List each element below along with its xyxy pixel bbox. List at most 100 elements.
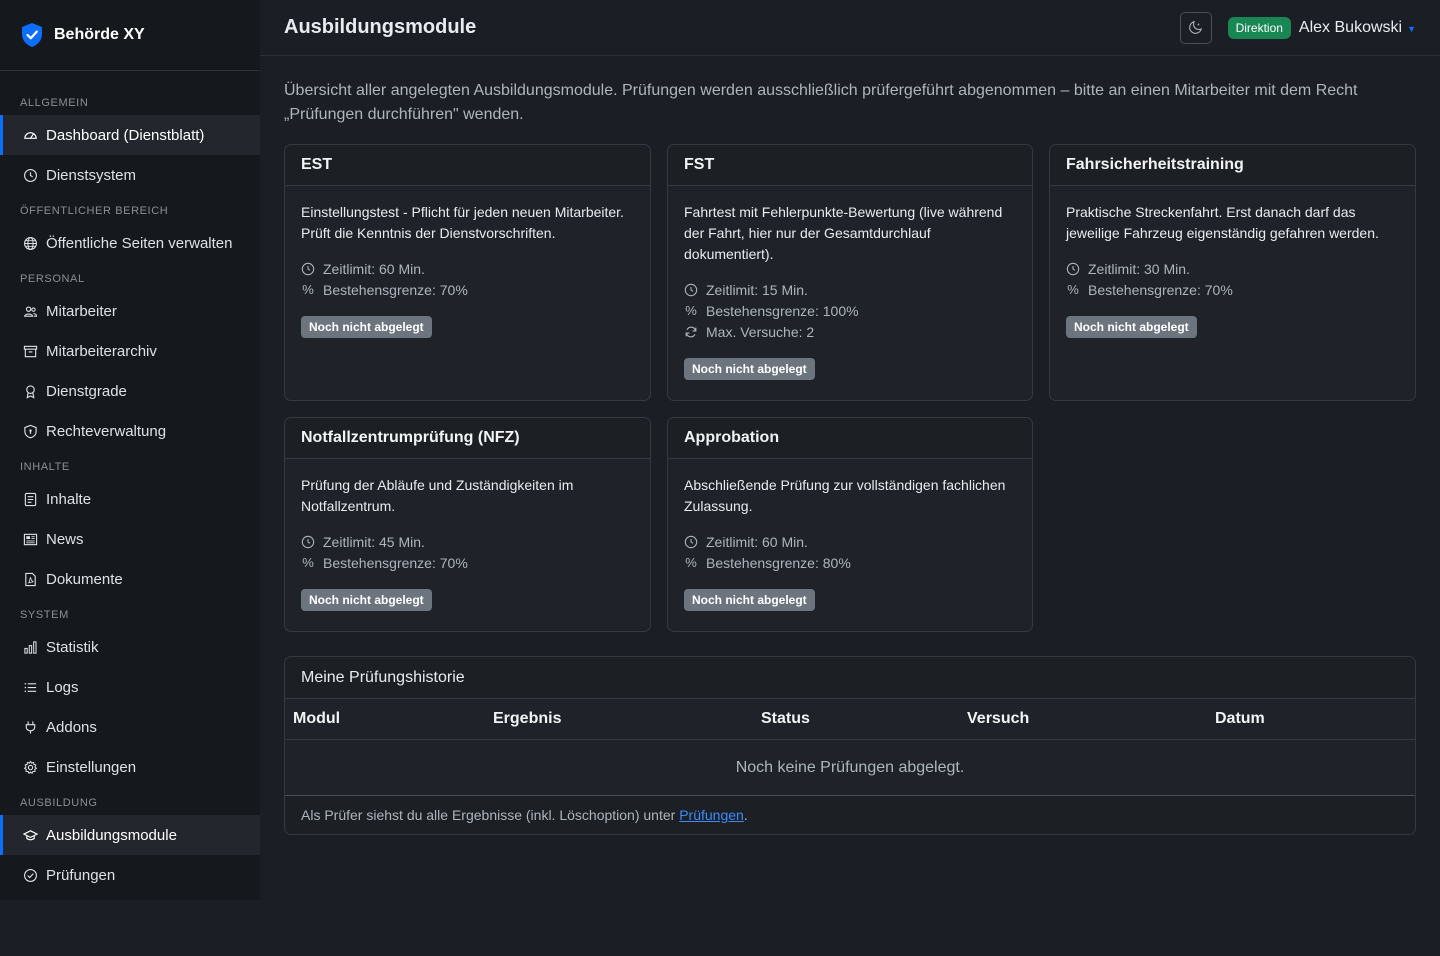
percent-icon: % [685, 303, 697, 318]
newspaper-icon [22, 531, 38, 547]
sidebar-item-logs[interactable]: Logs [0, 667, 260, 707]
chevron-down-icon[interactable]: ▼ [1407, 24, 1416, 34]
sidebar-item-label: Statistik [46, 638, 99, 656]
status-badge: Noch nicht abgelegt [684, 358, 815, 380]
status-badge: Noch nicht abgelegt [301, 316, 432, 338]
clock-icon [1066, 262, 1080, 276]
user-menu[interactable]: Alex Bukowski [1299, 19, 1402, 37]
sidebar-item-dienstsystem[interactable]: Dienstsystem [0, 155, 260, 195]
sidebar-item-label: Rechteverwaltung [46, 422, 167, 440]
mortarboard-icon [22, 827, 38, 843]
module-pass-mark: Bestehensgrenze: 80% [706, 554, 851, 571]
sidebar-item-label: Ausbildungsmodule [46, 826, 177, 844]
module-title: EST [285, 145, 650, 186]
module-time-limit: Zeitlimit: 60 Min. [706, 533, 808, 550]
sidebar-item-label: Prüfungen [46, 866, 116, 884]
module-cards: EST Einstellungstest - Pflicht für jeden… [284, 144, 1416, 632]
exam-history-title: Meine Prüfungshistorie [285, 657, 1415, 698]
module-pass-mark: Bestehensgrenze: 70% [323, 554, 468, 571]
module-title: Fahrsicherheitstraining [1050, 145, 1415, 186]
sidebar-item-label: Öffentliche Seiten verwalten [46, 234, 233, 252]
sidebar-item-einstellungen[interactable]: Einstellungen [0, 747, 260, 787]
percent-icon: % [1067, 282, 1079, 297]
sidebar-item-label: Dienstgrade [46, 382, 127, 400]
clock-icon [301, 535, 315, 549]
module-description: Fahrtest mit Fehlerpunkte-Bewertung (liv… [684, 204, 1003, 262]
column-header-status: Status [753, 698, 959, 740]
nav-section-title: ALLGEMEIN [20, 97, 89, 109]
percent-icon: % [302, 555, 314, 570]
status-badge: Noch nicht abgelegt [684, 589, 815, 611]
module-card: Approbation Abschließende Prüfung zur vo… [667, 417, 1033, 632]
module-pass-mark: Bestehensgrenze: 70% [1088, 281, 1233, 298]
module-card: EST Einstellungstest - Pflicht für jeden… [284, 144, 651, 401]
module-time-limit: Zeitlimit: 60 Min. [323, 260, 425, 277]
module-pass-mark: Bestehensgrenze: 100% [706, 302, 859, 319]
nav-section-title: AUSBILDUNG [20, 797, 98, 809]
module-description: Abschließende Prüfung zur vollständigen … [684, 477, 1006, 514]
module-description: Einstellungstest - Pflicht für jeden neu… [301, 204, 624, 241]
sidebar-item-pruefungen[interactable]: Prüfungen [0, 855, 260, 895]
intro-text: Übersicht aller angelegten Ausbildungsmo… [284, 82, 1358, 123]
repeat-icon [684, 325, 698, 339]
footer-end: . [743, 807, 748, 823]
module-pass-mark: Bestehensgrenze: 70% [323, 281, 468, 298]
sidebar-item-mitarbeiter[interactable]: Mitarbeiter [0, 291, 260, 331]
file-text-icon [22, 491, 38, 507]
sidebar-item-label: Mitarbeiterarchiv [46, 342, 157, 360]
sidebar-item-label: Einstellungen [46, 758, 137, 776]
sidebar-item-label: Dokumente [46, 570, 123, 588]
clock-icon [301, 262, 315, 276]
pruefungen-link[interactable]: Prüfungen [679, 807, 744, 823]
dashboard-icon [22, 127, 38, 143]
nav-section-title: PERSONAL [20, 273, 85, 285]
brand[interactable]: Behörde XY [0, 0, 260, 71]
module-time-limit: Zeitlimit: 15 Min. [706, 281, 808, 298]
sidebar-item-label: Logs [46, 678, 79, 696]
sidebar: Behörde XY ALLGEMEIN Dashboard (Dienstbl… [0, 0, 260, 900]
sidebar-item-rechteverwaltung[interactable]: Rechteverwaltung [0, 411, 260, 451]
module-description: Praktische Streckenfahrt. Erst danach da… [1066, 204, 1379, 241]
sidebar-item-label: Mitarbeiter [46, 302, 117, 320]
column-header-versuch: Versuch [959, 698, 1207, 740]
page-title: Ausbildungsmodule [284, 16, 477, 38]
shield-check-icon [20, 22, 44, 48]
empty-state-text: Noch keine Prüfungen abgelegt. [285, 739, 1415, 796]
file-pdf-icon [22, 571, 38, 587]
check-circle-icon [22, 867, 38, 883]
sidebar-item-dashboard[interactable]: Dashboard (Dienstblatt) [0, 115, 260, 155]
moon-icon [1188, 20, 1203, 35]
sidebar-item-addons[interactable]: Addons [0, 707, 260, 747]
module-card: FST Fahrtest mit Fehlerpunkte-Bewertung … [667, 144, 1033, 401]
sidebar-item-label: Addons [46, 718, 97, 736]
sidebar-item-label: News [46, 530, 84, 548]
gear-icon [22, 759, 38, 775]
sidebar-item-news[interactable]: News [0, 519, 260, 559]
sidebar-item-mitarbeiterarchiv[interactable]: Mitarbeiterarchiv [0, 331, 260, 371]
sidebar-item-ausbildungsmodule[interactable]: Ausbildungsmodule [0, 815, 260, 855]
column-header-datum: Datum [1207, 698, 1415, 740]
theme-toggle-button[interactable] [1179, 11, 1212, 44]
footer-text: Als Prüfer siehst du alle Ergebnisse (in… [301, 807, 676, 823]
column-header-modul: Modul [285, 698, 485, 740]
sidebar-item-dokumente[interactable]: Dokumente [0, 559, 260, 599]
module-title: Notfallzentrumprüfung (NFZ) [285, 418, 650, 459]
module-title: Approbation [668, 418, 1032, 459]
sidebar-item-statistik[interactable]: Statistik [0, 627, 260, 667]
sidebar-item-label: Inhalte [46, 490, 92, 508]
clock-icon [684, 535, 698, 549]
sidebar-item-public-pages[interactable]: Öffentliche Seiten verwalten [0, 223, 260, 263]
module-title: FST [668, 145, 1032, 186]
award-icon [22, 383, 38, 399]
status-badge: Noch nicht abgelegt [301, 589, 432, 611]
sidebar-item-label: Dashboard (Dienstblatt) [46, 126, 205, 144]
topbar: Ausbildungsmodule Direktion Alex Bukowsk… [260, 0, 1440, 56]
sidebar-nav: ALLGEMEIN Dashboard (Dienstblatt) Dienst… [0, 71, 260, 895]
bar-chart-icon [22, 639, 38, 655]
plug-icon [22, 719, 38, 735]
sidebar-item-dienstgrade[interactable]: Dienstgrade [0, 371, 260, 411]
brand-name: Behörde XY [54, 26, 145, 43]
sidebar-item-inhalte[interactable]: Inhalte [0, 479, 260, 519]
main-content: Übersicht aller angelegten Ausbildungsmo… [284, 56, 1416, 835]
nav-section-title: ÖFFENTLICHER BEREICH [20, 205, 169, 217]
